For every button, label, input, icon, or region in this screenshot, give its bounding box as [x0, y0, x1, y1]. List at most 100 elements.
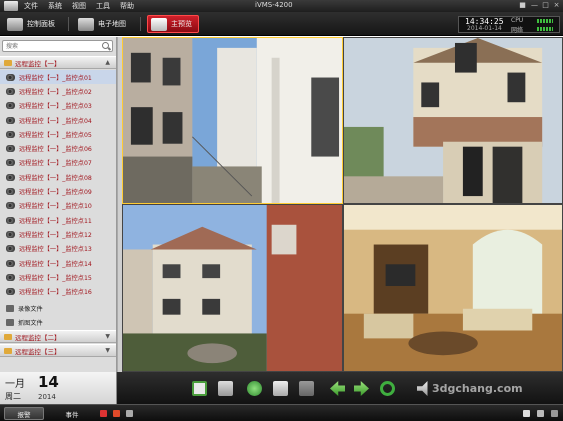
tab-alarm[interactable]: 报警	[4, 407, 44, 420]
camera-icon	[6, 87, 15, 95]
camera-item[interactable]: 远程监控【一】_监控点15	[0, 270, 116, 284]
chevron-down-icon[interactable]: ▼	[105, 347, 110, 354]
emap-icon	[78, 17, 94, 31]
search-icon[interactable]	[102, 42, 109, 49]
camera-item-label: 远程监控【一】_监控点13	[19, 246, 92, 254]
menu-help[interactable]: 帮助	[120, 1, 134, 11]
refresh-icon[interactable]	[380, 381, 395, 396]
video-tile-2[interactable]	[343, 37, 563, 204]
chevron-down-icon[interactable]: ▼	[105, 333, 110, 340]
search-input[interactable]	[3, 41, 99, 51]
speaker-icon[interactable]	[126, 410, 133, 417]
camera-item-label: 远程监控【一】_监控点15	[19, 274, 92, 282]
camera-item-label: 远程监控【一】_监控点09	[19, 189, 92, 197]
camera-item-label: 远程监控【一】_监控点14	[19, 260, 92, 268]
video-tile-3[interactable]	[122, 204, 343, 372]
camera-item[interactable]: 远程监控【一】_监控点03	[0, 99, 116, 113]
panel-toggle-icon[interactable]	[537, 410, 544, 417]
camera-icon	[6, 216, 15, 224]
camera-item[interactable]: 远程监控【一】_监控点04	[0, 113, 116, 127]
close-icon[interactable]: ×	[552, 1, 561, 9]
camera-item[interactable]: 远程监控【一】_监控点14	[0, 256, 116, 270]
tab-main-preview-label: 主预览	[171, 20, 192, 28]
camera-item-label: 远程监控【一】_监控点01	[19, 74, 92, 82]
ptz-right-icon[interactable]	[354, 381, 369, 396]
cpu-meter	[537, 19, 553, 23]
chevron-up-icon[interactable]: ▲	[105, 59, 110, 66]
camera-icon	[6, 245, 15, 253]
camera-item-label: 远程监控【一】_监控点06	[19, 146, 92, 154]
tab-control-panel[interactable]: 控制面板	[7, 15, 55, 33]
camera-icon	[6, 202, 15, 210]
status-bar: 报警 事件	[0, 404, 563, 421]
group-remote-2[interactable]: 远程监控【二】 ▼	[0, 330, 116, 343]
ptz-left-icon[interactable]	[330, 381, 345, 396]
control-panel-icon	[7, 17, 23, 31]
alarm-sound-icon[interactable]	[100, 410, 107, 417]
expand-icon[interactable]	[551, 410, 558, 417]
camera-icon	[6, 102, 15, 110]
camera-item[interactable]: 远程监控【一】_监控点07	[0, 156, 116, 170]
camera-item[interactable]: 远程监控【一】_监控点13	[0, 242, 116, 256]
minimize-icon[interactable]: —	[530, 1, 539, 9]
camera-item[interactable]: 远程监控【一】_监控点01	[0, 70, 116, 85]
camera-item[interactable]: 远程监控【一】_监控点02	[0, 84, 116, 98]
date-weekday: 周二	[5, 392, 21, 401]
camera-item-label: 远程监控【一】_监控点08	[19, 174, 92, 182]
camera-item[interactable]: 远程监控【一】_监控点16	[0, 285, 116, 299]
menu-file[interactable]: 文件	[24, 1, 38, 11]
camera-icon	[6, 188, 15, 196]
camera-icon	[6, 116, 15, 124]
camera-item[interactable]: 远程监控【一】_监控点11	[0, 213, 116, 227]
tab-event[interactable]: 事件	[52, 407, 92, 420]
maximize-icon[interactable]: □	[541, 1, 550, 9]
snapshot-files-label: 抓图文件	[18, 319, 43, 327]
group-remote-3-label: 远程监控【三】	[15, 347, 61, 356]
search-box[interactable]	[2, 40, 113, 52]
camera-item-label: 远程监控【一】_监控点16	[19, 289, 92, 297]
date-panel: 一月 14 周二 2014	[0, 372, 117, 404]
camera-item[interactable]: 远程监控【一】_监控点12	[0, 227, 116, 241]
lock-icon[interactable]: ■	[518, 1, 527, 9]
camera-item[interactable]: 远程监控【一】_监控点10	[0, 199, 116, 213]
camera-item-label: 远程监控【一】_监控点07	[19, 160, 92, 168]
camera-icon	[6, 130, 15, 138]
menu-system[interactable]: 系统	[48, 1, 62, 11]
alarm-light-icon[interactable]	[113, 410, 120, 417]
snapshot-file-icon	[6, 318, 14, 326]
volume-icon[interactable]	[417, 381, 428, 396]
menu-view[interactable]: 视图	[72, 1, 86, 11]
network-label: 网络	[511, 27, 524, 34]
camera-item-label: 远程监控【一】_监控点04	[19, 117, 92, 125]
camera-item[interactable]: 远程监控【一】_监控点06	[0, 142, 116, 156]
camera-item[interactable]: 远程监控【一】_监控点05	[0, 127, 116, 141]
play-icon[interactable]	[247, 381, 262, 396]
group-remote-1[interactable]: 远程监控【一】 ▲	[0, 56, 116, 69]
camera-item[interactable]: 远程监控【一】_监控点09	[0, 184, 116, 198]
tab-emap[interactable]: 电子地图	[78, 15, 126, 33]
pin-icon[interactable]	[523, 410, 530, 417]
record-icon[interactable]	[299, 381, 314, 396]
video-tile-1[interactable]	[122, 37, 343, 204]
date-year: 2014	[38, 393, 56, 401]
date-day: 14	[38, 373, 59, 391]
date-month: 一月	[5, 379, 25, 390]
recording-files-item[interactable]: 录像文件	[0, 301, 116, 315]
snapshot-files-item[interactable]: 抓图文件	[0, 315, 116, 329]
menu-tools[interactable]: 工具	[96, 1, 110, 11]
recording-file-icon	[6, 304, 14, 312]
group-remote-3[interactable]: 远程监控【三】 ▼	[0, 344, 116, 357]
tab-main-preview[interactable]: 主预览	[147, 15, 199, 33]
group-remote-2-label: 远程监控【二】	[15, 333, 61, 342]
video-tile-4[interactable]	[343, 204, 563, 372]
video-grid	[122, 37, 563, 372]
playback-control-bar: 一月 14 周二 2014 3dgchang.com	[0, 372, 563, 404]
camera-icon	[6, 173, 15, 181]
snapshot-icon[interactable]	[273, 381, 288, 396]
camera-item[interactable]: 远程监控【一】_监控点08	[0, 170, 116, 184]
layout-icon[interactable]	[218, 381, 233, 396]
tab-control-panel-label: 控制面板	[27, 20, 55, 28]
camera-item-label: 远程监控【一】_监控点10	[19, 203, 92, 211]
fullscreen-icon[interactable]	[192, 381, 207, 396]
folder-icon	[4, 59, 12, 66]
